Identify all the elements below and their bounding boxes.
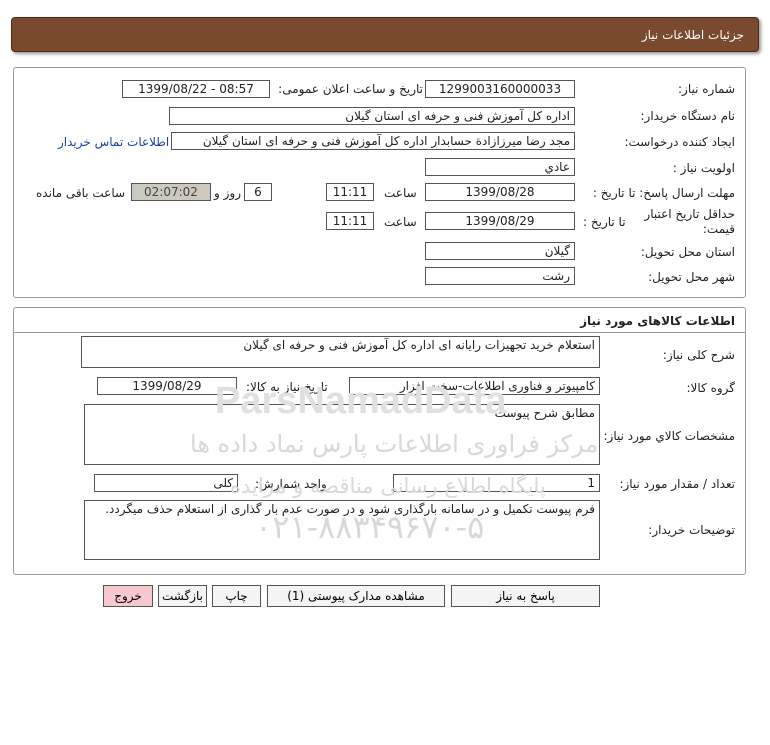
- priority-field: عادي: [425, 158, 575, 176]
- requester-field: مجد رضا میرزازادة حسابدار اداره کل آموزش…: [171, 132, 575, 150]
- buyer-org-label: نام دستگاه خریدار:: [640, 109, 736, 123]
- goods-section-title: اطلاعات کالاهای مورد نیاز: [580, 314, 735, 328]
- announce-label: تاریخ و ساعت اعلان عمومی:: [278, 82, 423, 96]
- days-field: 6: [244, 183, 272, 201]
- quantity-label: تعداد / مقدار مورد نیاز:: [619, 477, 735, 491]
- specs-field: مطابق شرح پیوست: [84, 404, 600, 465]
- need-number-field: 1299003160000033: [425, 80, 575, 98]
- deadline-time-field: 11:11: [326, 183, 374, 201]
- quantity-field: 1: [393, 474, 600, 492]
- unit-field: کلی: [94, 474, 238, 492]
- buyer-notes-field: فرم پیوست تکمیل و در سامانه بارگذاری شود…: [84, 500, 600, 560]
- deadline-time-label: ساعت: [384, 186, 417, 200]
- announce-field: 1399/08/22 - 08:57: [122, 80, 270, 98]
- need-details-panel: [13, 67, 746, 298]
- city-label: شهر محل تحویل:: [648, 270, 735, 284]
- back-button[interactable]: بازگشت: [158, 585, 207, 607]
- remaining-time-field: 02:07:02: [131, 183, 211, 201]
- city-field: رشت: [425, 267, 575, 285]
- specs-label: مشخصات کالاي مورد نیاز:: [603, 429, 735, 443]
- buyer-org-field: اداره کل آموزش فنی و حرفه ای استان گیلان: [169, 107, 575, 125]
- validity-time-label: ساعت: [384, 215, 417, 229]
- deadline-date-field: 1399/08/28: [425, 183, 575, 201]
- validity-date-field: 1399/08/29: [425, 212, 575, 230]
- buyer-notes-label: توضیحات خریدار:: [648, 523, 735, 537]
- remaining-label: ساعت باقی مانده: [36, 186, 126, 200]
- buyer-contact-link[interactable]: اطلاعات تماس خریدار: [58, 135, 169, 149]
- days-label: روز و: [214, 186, 241, 200]
- general-desc-label: شرح کلی نیاز:: [662, 348, 735, 362]
- validity-label: حداقل تاریخ اعتبار قیمت:: [644, 207, 735, 236]
- general-desc-field: استعلام خرید تجهیزات رایانه ای اداره کل …: [81, 336, 600, 368]
- priority-label: اولویت نیاز :: [672, 161, 735, 175]
- section-divider: [14, 332, 745, 333]
- requester-label: ایجاد کننده درخواست:: [624, 135, 735, 149]
- validity-date-label: تا تاریخ :: [583, 215, 626, 229]
- print-button[interactable]: چاپ: [212, 585, 261, 607]
- respond-button[interactable]: پاسخ به نیاز: [451, 585, 600, 607]
- validity-time-field: 11:11: [326, 212, 374, 230]
- page-header: جزئیات اطلاعات نیاز: [11, 17, 759, 52]
- goods-group-field: کامپیوتر و فناوری اطلاعات-سخت افزار: [349, 377, 600, 395]
- deadline-label: مهلت ارسال پاسخ: تا تاریخ :: [592, 186, 735, 200]
- province-label: استان محل تحویل:: [640, 245, 735, 259]
- unit-label: واحد شمارش:: [255, 477, 327, 491]
- need-date-field: 1399/08/29: [97, 377, 237, 395]
- page-title: جزئیات اطلاعات نیاز: [641, 28, 744, 42]
- goods-group-label: گروه کالا:: [686, 381, 736, 395]
- need-number-label: شماره نیاز:: [678, 82, 735, 96]
- exit-button[interactable]: خروج: [103, 585, 153, 607]
- need-date-label: تاریخ نیاز به کالا:: [246, 380, 328, 394]
- province-field: گیلان: [425, 242, 575, 260]
- view-attachments-button[interactable]: مشاهده مدارک پیوستی (1): [267, 585, 445, 607]
